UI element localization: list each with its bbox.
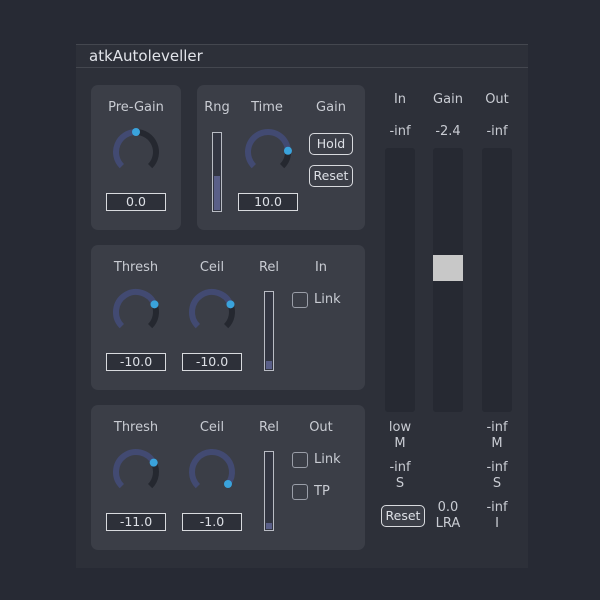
out-ceil-value-field[interactable]: -1.0 xyxy=(182,513,242,531)
in-link-label: Link xyxy=(314,292,341,307)
out-m-label: M xyxy=(491,436,503,451)
out-section-label: Out xyxy=(309,420,333,435)
out-i-label: I xyxy=(495,516,499,531)
knob-value-arc xyxy=(113,129,137,169)
out-thresh-label: Thresh xyxy=(113,420,159,435)
pregain-label: Pre-Gain xyxy=(108,100,164,115)
out-i-value: -inf xyxy=(486,500,508,515)
out-s-value: -inf xyxy=(486,460,508,475)
gain-reduction-meter[interactable] xyxy=(433,148,463,412)
lra-value: 0.0 xyxy=(437,500,459,515)
tp-checkbox[interactable] xyxy=(292,484,308,500)
in-meter-label: In xyxy=(393,92,407,107)
knob-handle[interactable] xyxy=(223,480,232,489)
in-s-label: S xyxy=(395,476,405,491)
pregain-value-field[interactable]: 0.0 xyxy=(106,193,166,211)
knob-handle[interactable] xyxy=(283,146,292,155)
out-peak-value: -inf xyxy=(486,124,508,139)
knob-remaining-arc xyxy=(135,129,159,169)
app-title: atkAutoleveller xyxy=(89,47,203,65)
out-rel-label: Rel xyxy=(258,420,280,435)
knob-value-arc xyxy=(113,289,158,329)
out-link-label: Link xyxy=(314,452,341,467)
in-thresh-label: Thresh xyxy=(113,260,159,275)
out-level-meter xyxy=(482,148,512,412)
out-section-panel: Thresh -11.0 Ceil -1.0 Rel Out Link TP xyxy=(91,405,365,550)
in-rel-label: Rel xyxy=(258,260,280,275)
in-level-meter xyxy=(385,148,415,412)
range-slider-fill xyxy=(214,176,220,210)
out-link-checkbox[interactable] xyxy=(292,452,308,468)
out-ceil-knob[interactable] xyxy=(186,446,238,498)
knob-value-arc xyxy=(189,289,234,329)
time-panel: Rng Time 10.0 Gain Hold Reset xyxy=(197,85,365,230)
time-knob[interactable] xyxy=(242,126,294,178)
knob-value-arc xyxy=(245,129,291,169)
out-meter-label: Out xyxy=(485,92,509,107)
gain-control-label: Gain xyxy=(316,100,346,115)
gain-meter-label: Gain xyxy=(433,92,463,107)
pregain-panel: Pre-Gain 0.0 xyxy=(91,85,181,230)
knob-handle[interactable] xyxy=(150,300,159,309)
knob-value-arc xyxy=(113,449,157,489)
time-value-field[interactable]: 10.0 xyxy=(238,193,298,211)
out-rel-slider-fill xyxy=(266,523,272,529)
out-ceil-label: Ceil xyxy=(199,420,225,435)
range-label: Rng xyxy=(204,100,230,115)
hold-button[interactable]: Hold xyxy=(309,133,353,155)
time-label: Time xyxy=(251,100,283,115)
in-ceil-label: Ceil xyxy=(199,260,225,275)
in-section-label: In xyxy=(314,260,328,275)
tp-label: TP xyxy=(314,484,330,499)
in-m-label: M xyxy=(394,436,406,451)
in-section-panel: Thresh -10.0 Ceil -10.0 Rel In Link xyxy=(91,245,365,390)
out-thresh-value-field[interactable]: -11.0 xyxy=(106,513,166,531)
pregain-knob[interactable] xyxy=(110,126,162,178)
in-rel-slider-fill xyxy=(266,361,272,369)
out-m-value: -inf xyxy=(486,420,508,435)
out-rel-slider[interactable] xyxy=(264,451,274,531)
gain-meter-handle[interactable] xyxy=(433,255,463,281)
knob-handle[interactable] xyxy=(149,458,158,467)
out-thresh-knob[interactable] xyxy=(110,446,162,498)
in-ceil-knob[interactable] xyxy=(186,286,238,338)
range-slider[interactable] xyxy=(212,132,222,212)
in-peak-value: -inf xyxy=(389,124,411,139)
in-link-checkbox[interactable] xyxy=(292,292,308,308)
in-thresh-knob[interactable] xyxy=(110,286,162,338)
in-m-value: low xyxy=(388,420,412,435)
in-ceil-value-field[interactable]: -10.0 xyxy=(182,353,242,371)
in-rel-slider[interactable] xyxy=(264,291,274,371)
knob-handle[interactable] xyxy=(132,128,140,136)
meter-reset-button[interactable]: Reset xyxy=(381,505,425,527)
title-bar: atkAutoleveller xyxy=(76,44,528,68)
out-s-label: S xyxy=(492,476,502,491)
in-thresh-value-field[interactable]: -10.0 xyxy=(106,353,166,371)
gain-peak-value: -2.4 xyxy=(435,124,461,139)
gain-reset-button[interactable]: Reset xyxy=(309,165,353,187)
plugin-window: atkAutoleveller Pre-Gain 0.0 Rng Time 10… xyxy=(76,44,528,568)
knob-handle[interactable] xyxy=(226,300,235,309)
lra-label: LRA xyxy=(435,516,461,531)
in-s-value: -inf xyxy=(389,460,411,475)
